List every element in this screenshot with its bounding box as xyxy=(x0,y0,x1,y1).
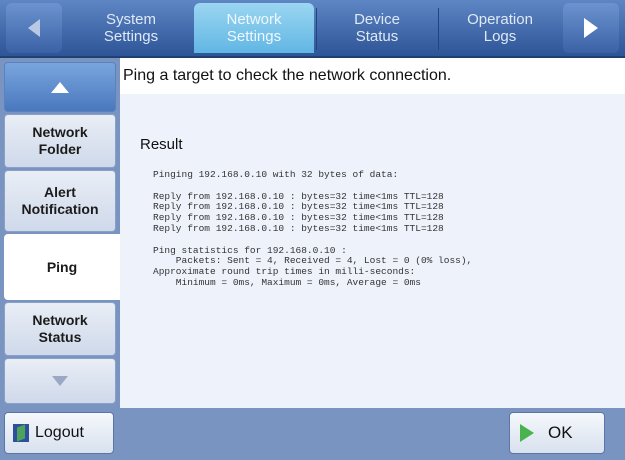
top-navigation-bar: System Settings Network Settings Device … xyxy=(0,0,625,58)
tab-system-settings[interactable]: System Settings xyxy=(70,3,192,53)
main-content: Ping a target to check the network conne… xyxy=(120,58,625,408)
previous-tabs-button[interactable] xyxy=(6,3,62,53)
chevron-left-icon xyxy=(28,19,40,37)
tab-operation-logs[interactable]: Operation Logs xyxy=(440,3,560,53)
tab-device-status[interactable]: Device Status xyxy=(318,3,436,53)
play-icon xyxy=(520,424,534,442)
logout-icon xyxy=(13,424,29,442)
ping-result-output: Pinging 192.168.0.10 with 32 bytes of da… xyxy=(153,169,473,288)
tab-network-settings[interactable]: Network Settings xyxy=(194,3,314,53)
tab-divider xyxy=(316,8,317,50)
sidebar-item-ping[interactable]: Ping xyxy=(4,234,120,300)
ok-label: OK xyxy=(548,423,573,442)
sidebar-scroll-up-button[interactable] xyxy=(4,62,116,112)
logout-label: Logout xyxy=(35,424,84,441)
arrow-up-icon xyxy=(51,81,69,93)
sidebar-item-alert-notification[interactable]: Alert Notification xyxy=(4,170,116,232)
sidebar-scroll-down-button[interactable] xyxy=(4,358,116,404)
arrow-down-icon xyxy=(52,376,68,386)
sidebar: Network Folder Alert Notification Ping N… xyxy=(0,58,120,408)
next-tabs-button[interactable] xyxy=(563,3,619,53)
sidebar-item-network-folder[interactable]: Network Folder xyxy=(4,114,116,168)
logout-button[interactable]: Logout xyxy=(4,412,114,454)
chevron-right-icon xyxy=(584,18,598,38)
tab-divider xyxy=(438,8,439,50)
instruction-text: Ping a target to check the network conne… xyxy=(120,58,625,94)
sidebar-item-network-status[interactable]: Network Status xyxy=(4,302,116,356)
result-heading: Result xyxy=(140,136,183,153)
bottom-bar: Logout OK xyxy=(0,408,625,460)
ok-button[interactable]: OK xyxy=(509,412,605,454)
